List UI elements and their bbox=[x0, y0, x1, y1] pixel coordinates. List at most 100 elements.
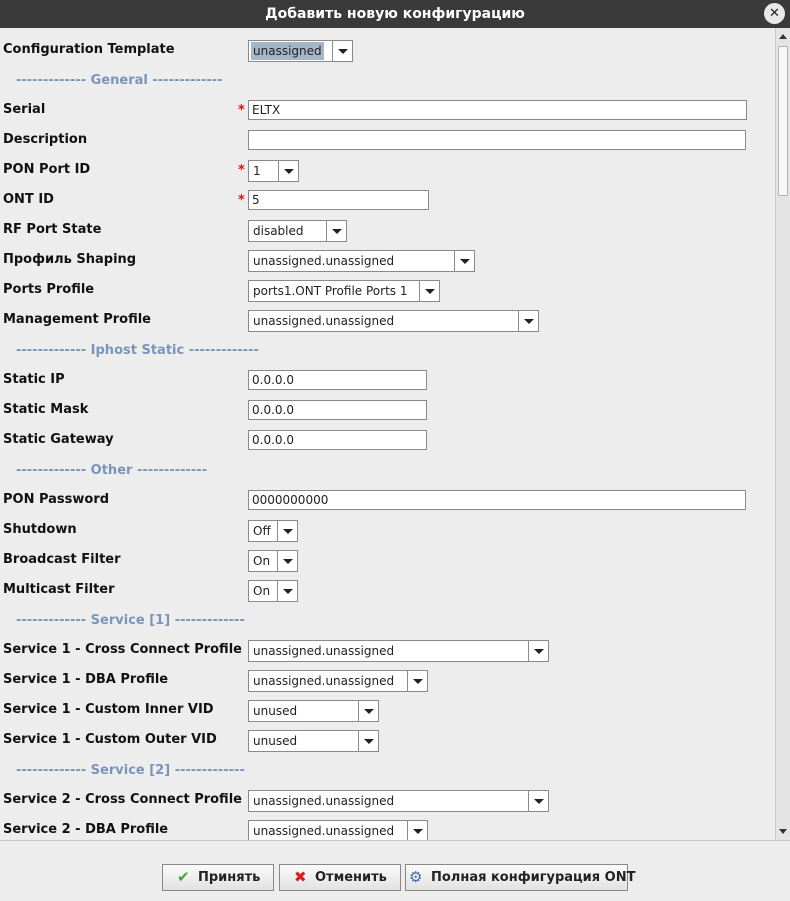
row-serial: Serial * bbox=[0, 96, 775, 126]
ports-profile-label: Ports Profile bbox=[3, 282, 95, 297]
pon-password-input[interactable] bbox=[248, 490, 746, 510]
serial-input[interactable] bbox=[248, 100, 747, 120]
multicast-filter-label: Multicast Filter bbox=[3, 582, 115, 597]
s1-outer-vid-label: Service 1 - Custom Outer VID bbox=[3, 732, 217, 747]
row-description: Description bbox=[0, 126, 775, 156]
full-config-button-label: Полная конфигурация ONT bbox=[431, 870, 636, 885]
configuration-template-label: Configuration Template bbox=[3, 42, 175, 57]
cross-icon: ✖ bbox=[294, 868, 307, 886]
chevron-down-icon[interactable] bbox=[528, 641, 548, 661]
chevron-down-icon[interactable] bbox=[326, 221, 346, 241]
dialog-footer: ✔ Принять ✖ Отменить ⚙ Полная конфигурац… bbox=[0, 840, 790, 901]
row-broadcast-filter: Broadcast Filter On bbox=[0, 546, 775, 576]
close-button[interactable]: ✕ bbox=[764, 3, 785, 24]
chevron-down-icon[interactable] bbox=[407, 671, 427, 691]
check-icon: ✔ bbox=[177, 868, 190, 886]
required-mark: * bbox=[238, 193, 245, 208]
s2-dba-select[interactable]: unassigned.unassigned bbox=[248, 820, 428, 840]
row-rf-port-state: RF Port State disabled bbox=[0, 216, 775, 246]
vertical-scrollbar[interactable] bbox=[775, 28, 790, 840]
pon-port-id-select[interactable]: 1 bbox=[248, 160, 299, 182]
config-icon: ⚙ bbox=[409, 868, 423, 886]
row-pon-port-id: PON Port ID * 1 bbox=[0, 156, 775, 186]
chevron-down-icon[interactable] bbox=[277, 521, 297, 541]
configuration-template-select[interactable]: unassigned bbox=[248, 40, 353, 62]
section-general: ------------- General ------------- bbox=[16, 73, 223, 88]
row-s1-outer-vid: Service 1 - Custom Outer VID unused bbox=[0, 726, 775, 756]
section-service-1: ------------- Service [1] ------------- bbox=[16, 613, 245, 628]
pon-port-id-label: PON Port ID bbox=[3, 162, 91, 177]
s2-cross-connect-select[interactable]: unassigned.unassigned bbox=[248, 790, 549, 812]
s1-cross-connect-value: unassigned.unassigned bbox=[253, 644, 395, 658]
s1-cross-connect-label: Service 1 - Cross Connect Profile bbox=[3, 642, 242, 657]
chevron-down-icon[interactable] bbox=[277, 581, 297, 601]
row-multicast-filter: Multicast Filter On bbox=[0, 576, 775, 606]
static-ip-input[interactable] bbox=[248, 370, 427, 390]
s1-dba-select[interactable]: unassigned.unassigned bbox=[248, 670, 428, 692]
chevron-down-icon[interactable] bbox=[358, 731, 378, 751]
description-input[interactable] bbox=[248, 130, 746, 150]
chevron-down-icon[interactable] bbox=[518, 311, 538, 331]
row-s2-cross-connect: Service 2 - Cross Connect Profile unassi… bbox=[0, 786, 775, 816]
row-management-profile: Management Profile unassigned.unassigned bbox=[0, 306, 775, 336]
row-shutdown: Shutdown Off bbox=[0, 516, 775, 546]
s2-dba-label: Service 2 - DBA Profile bbox=[3, 822, 169, 837]
required-mark: * bbox=[238, 103, 245, 118]
shaping-profile-value: unassigned.unassigned bbox=[253, 254, 395, 268]
s1-outer-vid-value: unused bbox=[253, 734, 298, 748]
multicast-filter-select[interactable]: On bbox=[248, 580, 298, 602]
section-iphost-static: ------------- Iphost Static ------------… bbox=[16, 343, 259, 358]
scrollbar-thumb[interactable] bbox=[778, 46, 788, 196]
dialog-title: Добавить новую конфигурацию bbox=[265, 6, 525, 22]
scroll-up-icon[interactable] bbox=[776, 30, 790, 44]
accept-button-label: Принять bbox=[198, 870, 261, 885]
management-profile-label: Management Profile bbox=[3, 312, 151, 327]
ports-profile-select[interactable]: ports1.ONT Profile Ports 1 bbox=[248, 280, 440, 302]
chevron-down-icon[interactable] bbox=[278, 161, 298, 181]
row-s1-inner-vid: Service 1 - Custom Inner VID unused bbox=[0, 696, 775, 726]
row-s1-cross-connect: Service 1 - Cross Connect Profile unassi… bbox=[0, 636, 775, 666]
chevron-down-icon[interactable] bbox=[454, 251, 474, 271]
rf-port-state-select[interactable]: disabled bbox=[248, 220, 347, 242]
row-s1-dba: Service 1 - DBA Profile unassigned.unass… bbox=[0, 666, 775, 696]
s1-dba-value: unassigned.unassigned bbox=[253, 674, 395, 688]
management-profile-select[interactable]: unassigned.unassigned bbox=[248, 310, 539, 332]
management-profile-value: unassigned.unassigned bbox=[253, 314, 395, 328]
s2-cross-connect-label: Service 2 - Cross Connect Profile bbox=[3, 792, 242, 807]
static-ip-label: Static IP bbox=[3, 372, 65, 387]
row-s2-dba: Service 2 - DBA Profile unassigned.unass… bbox=[0, 816, 775, 840]
s2-cross-connect-value: unassigned.unassigned bbox=[253, 794, 395, 808]
full-config-button[interactable]: ⚙ Полная конфигурация ONT bbox=[405, 864, 635, 891]
s1-outer-vid-select[interactable]: unused bbox=[248, 730, 379, 752]
row-shaping-profile: Профиль Shaping unassigned.unassigned bbox=[0, 246, 775, 276]
close-icon: ✕ bbox=[769, 6, 780, 21]
static-gateway-input[interactable] bbox=[248, 430, 427, 450]
chevron-down-icon[interactable] bbox=[277, 551, 297, 571]
static-mask-input[interactable] bbox=[248, 400, 427, 420]
s1-inner-vid-select[interactable]: unused bbox=[248, 700, 379, 722]
chevron-down-icon[interactable] bbox=[407, 821, 427, 840]
chevron-down-icon[interactable] bbox=[358, 701, 378, 721]
shaping-profile-select[interactable]: unassigned.unassigned bbox=[248, 250, 475, 272]
row-ports-profile: Ports Profile ports1.ONT Profile Ports 1 bbox=[0, 276, 775, 306]
chevron-down-icon[interactable] bbox=[528, 791, 548, 811]
chevron-down-icon[interactable] bbox=[332, 41, 352, 61]
section-other: ------------- Other ------------- bbox=[16, 463, 208, 478]
chevron-down-icon[interactable] bbox=[419, 281, 439, 301]
cancel-button-label: Отменить bbox=[315, 870, 387, 885]
shutdown-select[interactable]: Off bbox=[248, 520, 298, 542]
shutdown-value: Off bbox=[253, 524, 271, 538]
s1-cross-connect-select[interactable]: unassigned.unassigned bbox=[248, 640, 549, 662]
broadcast-filter-select[interactable]: On bbox=[248, 550, 298, 572]
static-gateway-label: Static Gateway bbox=[3, 432, 114, 447]
ports-profile-value: ports1.ONT Profile Ports 1 bbox=[253, 284, 408, 298]
ont-id-input[interactable] bbox=[248, 190, 429, 210]
row-ont-id: ONT ID * bbox=[0, 186, 775, 216]
section-service-2: ------------- Service [2] ------------- bbox=[16, 763, 245, 778]
scroll-down-icon[interactable] bbox=[776, 824, 790, 838]
multicast-filter-value: On bbox=[253, 584, 271, 598]
s1-dba-label: Service 1 - DBA Profile bbox=[3, 672, 169, 687]
row-static-ip: Static IP bbox=[0, 366, 775, 396]
accept-button[interactable]: ✔ Принять bbox=[162, 864, 274, 891]
cancel-button[interactable]: ✖ Отменить bbox=[279, 864, 401, 891]
